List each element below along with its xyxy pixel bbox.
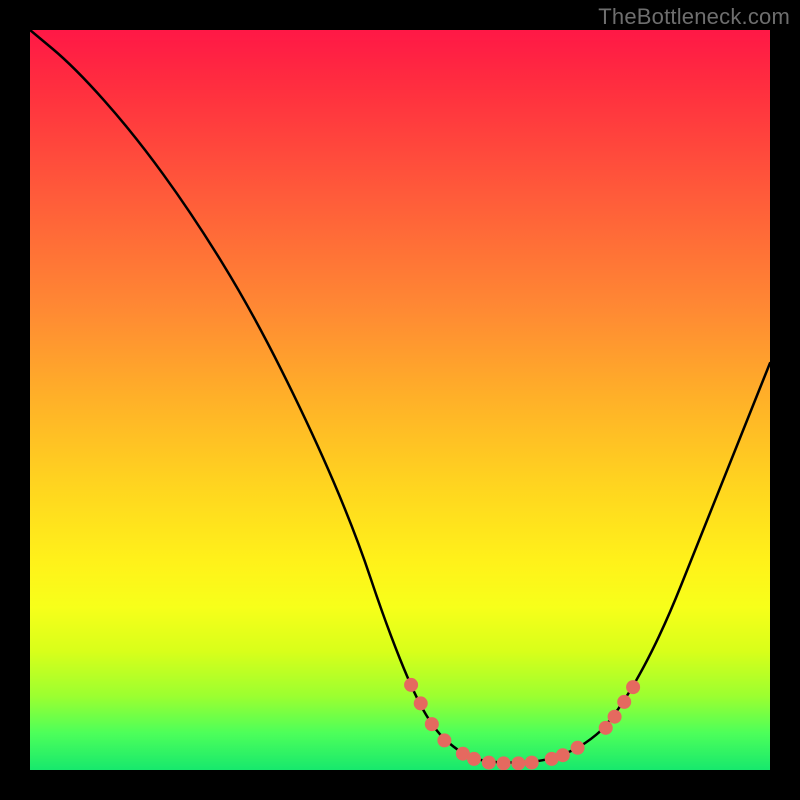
optimal-range-dot [626,680,640,694]
chart-frame: TheBottleneck.com [0,0,800,800]
bottleneck-curve [30,30,770,763]
optimal-range-dot [599,721,613,735]
optimal-range-dot [617,695,631,709]
optimal-range-dot [571,741,585,755]
watermark-label: TheBottleneck.com [598,4,790,30]
optimal-range-dot [414,696,428,710]
optimal-range-dot [437,733,451,747]
optimal-range-dot [467,752,481,766]
optimal-range-dot [556,748,570,762]
optimal-range-dot [482,756,496,770]
optimal-range-dot [608,710,622,724]
optimal-range-dot [511,756,525,770]
optimal-range-dot [404,678,418,692]
plot-area [30,30,770,770]
optimal-range-dot [525,756,539,770]
optimal-range-dot [497,756,511,770]
chart-svg [30,30,770,770]
optimal-range-dot [425,717,439,731]
